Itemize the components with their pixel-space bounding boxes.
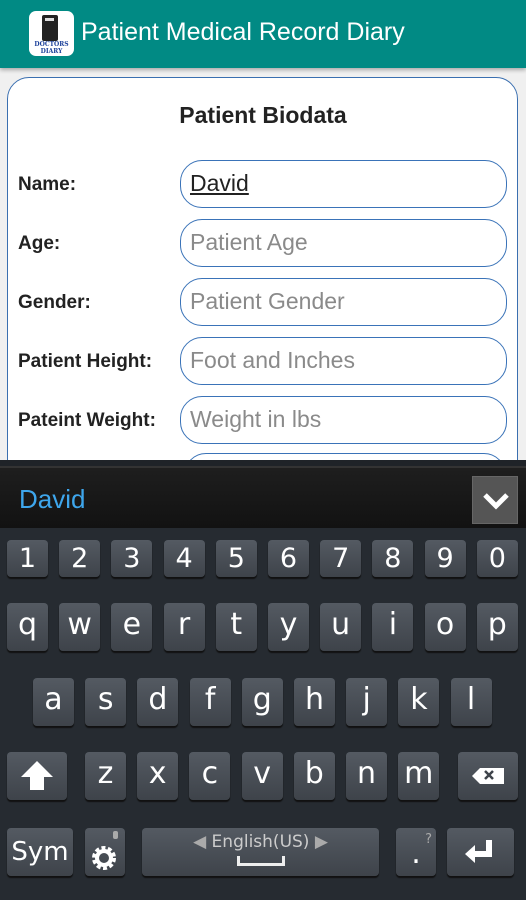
settings-key[interactable] [85,828,125,876]
form-row: Pateint Weight: Weight in lbs [0,396,526,444]
enter-icon [465,840,492,863]
key-w[interactable]: w [59,603,101,651]
key-i[interactable]: i [372,603,414,651]
key-n[interactable]: n [346,752,387,800]
key-s[interactable]: s [85,678,127,726]
suggestion-word[interactable]: David [19,484,85,515]
key-3[interactable]: 3 [111,540,153,577]
period-key[interactable]: .? [396,828,436,876]
field-label: Patient Height: [18,351,153,372]
gear-icon [92,831,118,870]
key-7[interactable]: 7 [320,540,362,577]
key-9[interactable]: 9 [424,540,466,577]
app-logo: DOCTORS DIARY [29,11,74,56]
app-bar: DOCTORS DIARY Patient Medical Record Dia… [0,0,526,68]
key-z[interactable]: z [85,752,126,800]
key-u[interactable]: u [320,603,362,651]
language-label: English(US) [211,832,310,852]
key-l[interactable]: l [450,678,492,726]
key-4[interactable]: 4 [163,540,205,577]
key-6[interactable]: 6 [268,540,309,577]
key-x[interactable]: x [137,752,179,800]
chevron-down-icon [483,493,509,510]
form-row: Age: Patient Age [0,219,526,267]
field-input[interactable]: David [180,160,507,208]
key-y[interactable]: y [268,603,309,651]
field-label: Name: [18,174,77,195]
backspace-key[interactable] [458,752,518,800]
form-heading: Patient Biodata [179,102,347,128]
key-2[interactable]: 2 [59,540,101,577]
field-input[interactable]: Patient Age [180,219,507,267]
key-p[interactable]: p [476,603,518,651]
key-d[interactable]: d [137,678,179,726]
form-row: Patient Height: Foot and Inches [0,337,526,385]
suggestion-bar: David [0,466,526,528]
field-label: Pateint Weight: [18,410,156,431]
key-1[interactable]: 1 [7,540,48,577]
field-label: Gender: [18,292,91,313]
field-value: David [190,170,249,196]
form-row: Name: David [0,160,526,208]
key-8[interactable]: 8 [372,540,414,577]
keyboard: David Sym ◀ English(US) ▶ .? 1234567890 q… [0,460,526,900]
field-label: Age: [18,233,61,254]
key-r[interactable]: r [163,603,205,651]
collapse-suggestions-button[interactable] [472,476,518,524]
field-input[interactable]: Weight in lbs [180,396,507,444]
next-field[interactable] [184,453,506,460]
key-c[interactable]: c [189,752,231,800]
form-row: Gender: Patient Gender [0,278,526,326]
key-q[interactable]: q [7,603,48,651]
key-h[interactable]: h [294,678,335,726]
mic-icon [113,831,118,839]
key-e[interactable]: e [111,603,153,651]
enter-key[interactable] [447,828,514,876]
key-b[interactable]: b [293,752,335,800]
key-m[interactable]: m [398,752,440,800]
key-k[interactable]: k [398,678,440,726]
backspace-icon [472,768,504,784]
key-v[interactable]: v [241,752,283,800]
key-g[interactable]: g [241,678,283,726]
key-a[interactable]: a [33,678,74,726]
space-key[interactable]: ◀ English(US) ▶ [142,828,379,876]
key-j[interactable]: j [346,678,388,726]
shift-arrow-icon [21,761,53,790]
key-5[interactable]: 5 [215,540,257,577]
app-title: Patient Medical Record Diary [81,18,405,46]
field-input[interactable]: Patient Gender [180,278,507,326]
sym-key[interactable]: Sym [7,828,73,876]
shift-key[interactable] [7,752,67,800]
key-t[interactable]: t [215,603,257,651]
key-0[interactable]: 0 [476,540,518,577]
field-input[interactable]: Foot and Inches [180,337,507,385]
key-f[interactable]: f [189,678,231,726]
key-o[interactable]: o [424,603,466,651]
